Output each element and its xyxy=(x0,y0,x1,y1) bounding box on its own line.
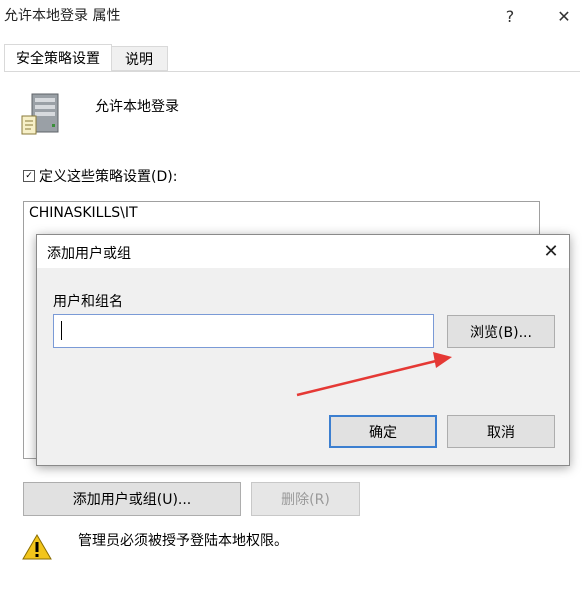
annotation-arrow-icon xyxy=(296,352,452,397)
tab-security-policy[interactable]: 安全策略设置 xyxy=(4,44,112,71)
